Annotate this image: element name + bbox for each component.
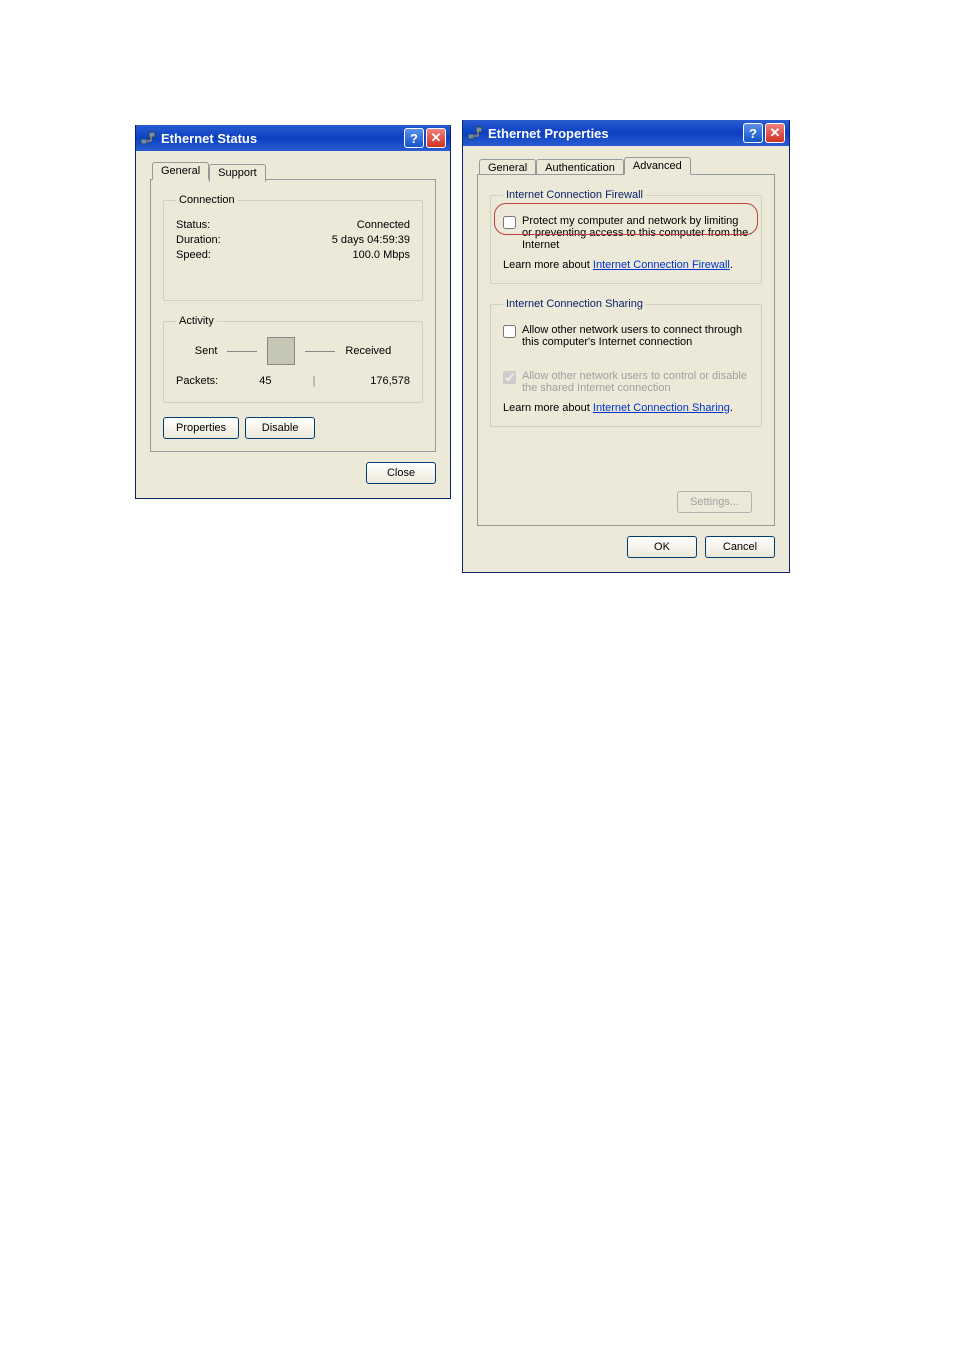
icf-legend: Internet Connection Firewall	[503, 189, 646, 201]
activity-group: Activity Sent Received Packets: 45 | 176…	[163, 315, 423, 403]
ics-learn: Learn more about Internet Connection Sha…	[503, 402, 749, 414]
status-label: Status:	[176, 219, 210, 231]
icf-protect-label: Protect my computer and network by limit…	[522, 215, 749, 251]
titlebar[interactable]: Ethernet Status ? ✕	[136, 125, 450, 151]
line-right	[305, 351, 335, 352]
duration-value: 5 days 04:59:39	[332, 234, 410, 246]
tab-support[interactable]: Support	[209, 164, 266, 182]
ethernet-status-dialog: Ethernet Status ? ✕ General Support Conn…	[135, 125, 451, 499]
line-left	[227, 351, 257, 352]
sent-label: Sent	[195, 345, 218, 357]
connection-group: Connection Status: Connected Duration: 5…	[163, 194, 423, 301]
ok-button[interactable]: OK	[627, 536, 697, 558]
settings-button: Settings...	[677, 491, 752, 513]
help-button[interactable]: ?	[404, 128, 424, 148]
ics-allow-connect-row[interactable]: Allow other network users to connect thr…	[503, 324, 749, 348]
activity-legend: Activity	[176, 315, 217, 327]
ics-allow-control-checkbox	[503, 371, 516, 384]
disable-button[interactable]: Disable	[245, 417, 315, 439]
help-button[interactable]: ?	[743, 123, 763, 143]
speed-value: 100.0 Mbps	[353, 249, 410, 261]
tab-panel: Connection Status: Connected Duration: 5…	[150, 179, 436, 452]
icf-group: Internet Connection Firewall Protect my …	[490, 189, 762, 284]
connection-legend: Connection	[176, 194, 238, 206]
close-button[interactable]: ✕	[765, 123, 785, 143]
icf-protect-row[interactable]: Protect my computer and network by limit…	[503, 215, 749, 251]
ics-allow-connect-checkbox[interactable]	[503, 325, 516, 338]
icf-protect-checkbox[interactable]	[503, 216, 516, 229]
ics-learn-link[interactable]: Internet Connection Sharing	[593, 402, 730, 414]
ics-legend: Internet Connection Sharing	[503, 298, 646, 310]
status-value: Connected	[357, 219, 410, 231]
packets-label: Packets:	[176, 375, 218, 387]
icf-learn-link[interactable]: Internet Connection Firewall	[593, 259, 730, 271]
duration-label: Duration:	[176, 234, 221, 246]
connection-icon	[140, 130, 156, 146]
close-button[interactable]: ✕	[426, 128, 446, 148]
received-label: Received	[345, 345, 391, 357]
network-activity-icon	[267, 337, 295, 365]
ics-allow-connect-label: Allow other network users to connect thr…	[522, 324, 749, 348]
title-text: Ethernet Status	[161, 131, 404, 146]
cancel-button[interactable]: Cancel	[705, 536, 775, 558]
icf-learn: Learn more about Internet Connection Fir…	[503, 259, 749, 271]
ics-allow-control-label: Allow other network users to control or …	[522, 370, 749, 394]
tab-panel: Internet Connection Firewall Protect my …	[477, 174, 775, 526]
titlebar[interactable]: Ethernet Properties ? ✕	[463, 120, 789, 146]
tabs: General Support	[152, 162, 436, 180]
dialog-body: General Support Connection Status: Conne…	[136, 151, 450, 498]
dialog-body: General Authentication Advanced Internet…	[463, 146, 789, 572]
packets-received: 176,578	[316, 375, 410, 387]
tab-advanced[interactable]: Advanced	[624, 157, 691, 175]
connection-icon	[467, 125, 483, 141]
title-text: Ethernet Properties	[488, 126, 743, 141]
tab-general[interactable]: General	[152, 162, 209, 180]
speed-label: Speed:	[176, 249, 211, 261]
ethernet-properties-dialog: Ethernet Properties ? ✕ General Authenti…	[462, 120, 790, 573]
ics-allow-control-row: Allow other network users to control or …	[503, 370, 749, 394]
ics-group: Internet Connection Sharing Allow other …	[490, 298, 762, 427]
properties-button[interactable]: Properties	[163, 417, 239, 439]
packets-sent: 45	[218, 375, 312, 387]
close-button-footer[interactable]: Close	[366, 462, 436, 484]
tabs: General Authentication Advanced	[479, 157, 775, 175]
